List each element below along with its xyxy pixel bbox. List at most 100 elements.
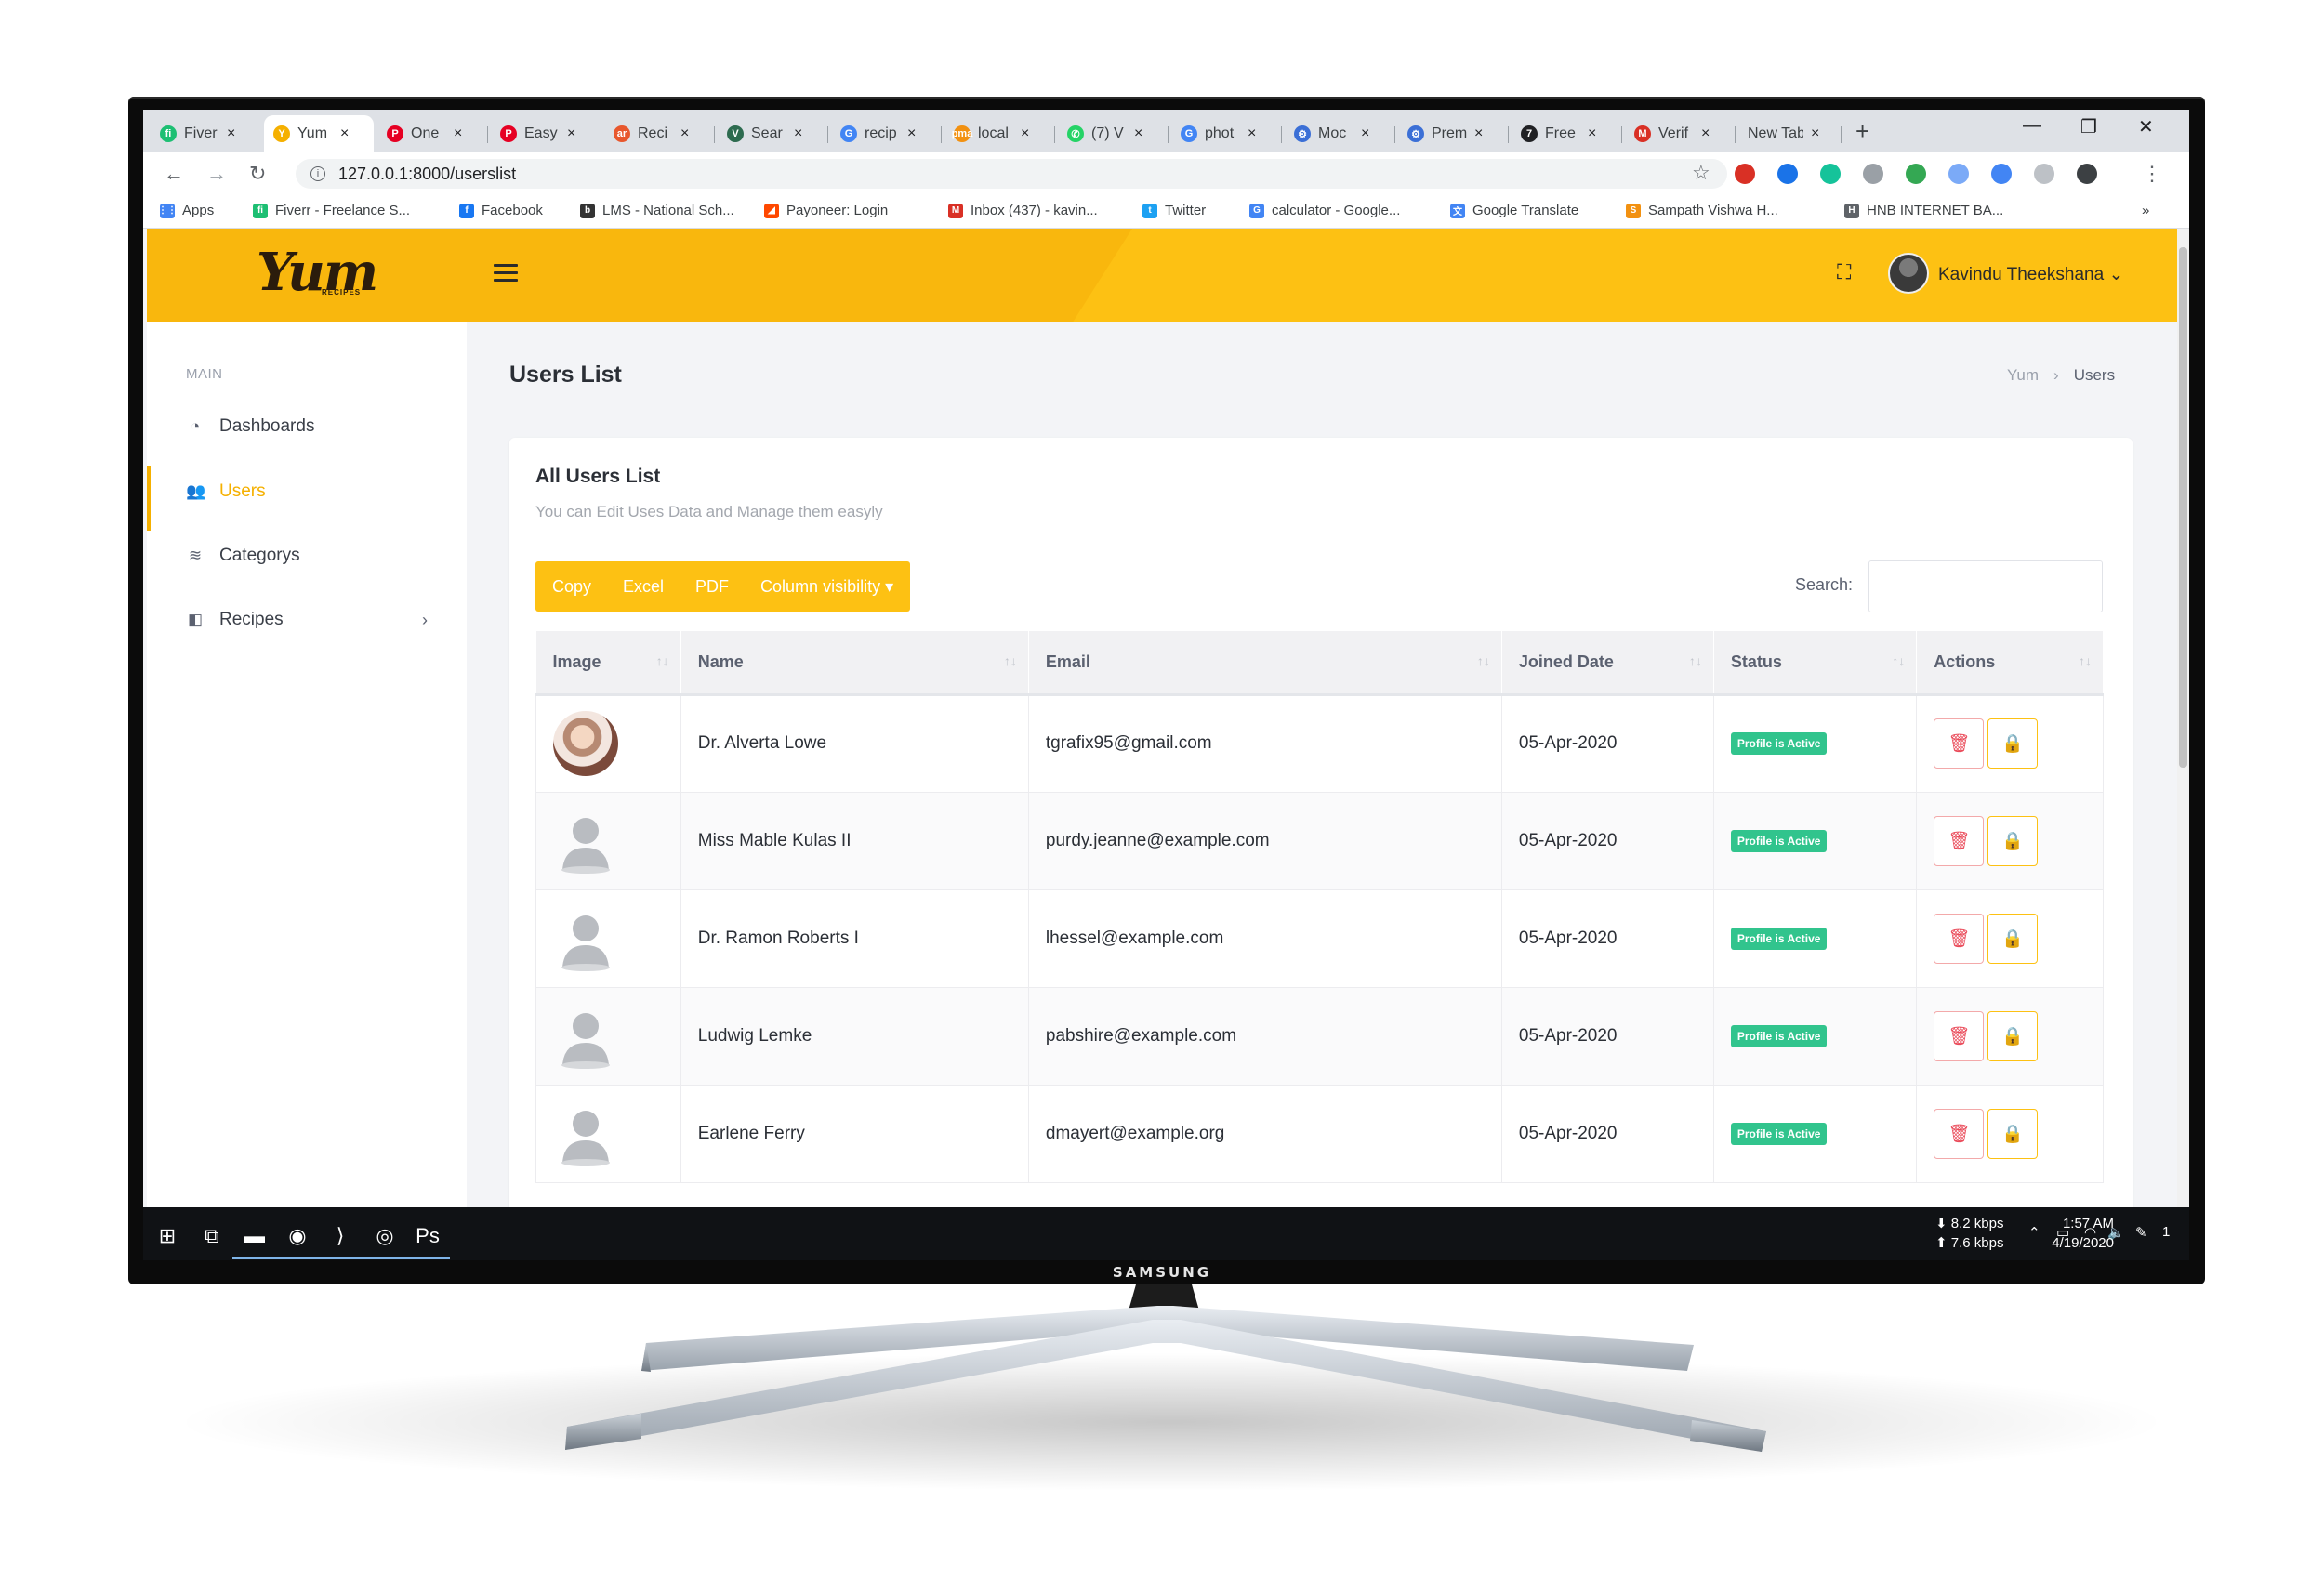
tab-7[interactable]: pma local × <box>944 115 1054 152</box>
tab-13[interactable]: M Verif × <box>1625 115 1735 152</box>
column-header-joined-date[interactable]: Joined Date ↑↓ <box>1501 631 1714 696</box>
tab-14[interactable]: New Tab × <box>1738 115 1841 152</box>
sidebar-item-users[interactable]: 👥 Users <box>186 481 428 502</box>
back-button[interactable]: ← <box>164 162 184 186</box>
bookmark-6[interactable]: t Twitter <box>1142 203 1206 218</box>
fullscreen-icon[interactable]: ⛶ <box>1837 260 1851 284</box>
forward-button[interactable]: → <box>206 162 227 186</box>
tab-11[interactable]: ⚙ Prem × <box>1398 115 1508 152</box>
tab-close-icon[interactable]: × <box>794 125 802 142</box>
delete-button[interactable]: 🗑 <box>1934 718 1985 769</box>
breadcrumb-separator-icon: › <box>2053 366 2059 384</box>
tab-5[interactable]: V Sear × <box>718 115 827 152</box>
extension-icon[interactable] <box>1777 164 1798 184</box>
lock-button[interactable]: 🔒 <box>1987 913 2039 964</box>
sidebar-item-categorys[interactable]: ≋ Categorys <box>186 546 428 566</box>
tab-close-icon[interactable]: × <box>1474 125 1483 142</box>
tab-close-icon[interactable]: × <box>1701 125 1710 142</box>
bookmark-2[interactable]: f Facebook <box>459 203 543 218</box>
bookmarks-overflow-button[interactable]: » <box>2142 203 2149 218</box>
bookmark-7[interactable]: Gcalculator - Google... <box>1249 203 1400 218</box>
tab-close-icon[interactable]: × <box>227 125 235 142</box>
tab-close-icon[interactable]: × <box>1588 125 1596 142</box>
profile-icon[interactable] <box>2077 164 2097 184</box>
pdf-button[interactable]: PDF <box>695 577 729 597</box>
menu-toggle-icon[interactable] <box>494 264 518 286</box>
user-menu-toggle[interactable]: Kavindu Theekshana ⌄ <box>1938 264 2123 285</box>
adblock-icon[interactable] <box>1735 164 1755 184</box>
excel-button[interactable]: Excel <box>623 577 664 597</box>
bookmark-star-icon[interactable]: ☆ <box>1692 161 1710 185</box>
browser-menu-button[interactable]: ⋮ <box>2142 162 2162 186</box>
tab-8[interactable]: ✆ (7) V × <box>1058 115 1168 152</box>
bookmark-4[interactable]: ◢ Payoneer: Login <box>764 203 888 218</box>
tab-close-icon[interactable]: × <box>680 125 689 142</box>
photoshop-icon[interactable]: Ps <box>400 1213 456 1259</box>
delete-button[interactable]: 🗑 <box>1934 913 1985 964</box>
restore-button[interactable]: ❐ <box>2080 115 2097 138</box>
column-visibility-button[interactable]: Column visibility ▾ <box>760 577 893 597</box>
clock[interactable]: 1:57 AM 4/19/2020 <box>2002 1214 2114 1253</box>
new-tab-button[interactable]: + <box>1855 117 1869 146</box>
tab-close-icon[interactable]: × <box>454 125 462 142</box>
tab-close-icon[interactable]: × <box>1134 125 1142 142</box>
tab-6[interactable]: Grecip × <box>831 115 941 152</box>
notification-center-icon[interactable]: 1 <box>2162 1222 2170 1242</box>
user-avatar[interactable] <box>1888 253 1929 294</box>
tab-close-icon[interactable]: × <box>567 125 575 142</box>
extension-icon[interactable] <box>2034 164 2054 184</box>
sidebar-item-dashboards[interactable]: ◔ Dashboards <box>186 416 428 437</box>
pen-icon[interactable]: ✎ <box>2135 1223 2147 1243</box>
bookmark-10[interactable]: H HNB INTERNET BA... <box>1844 203 2003 218</box>
tab-2[interactable]: P One × <box>377 115 487 152</box>
tab-close-icon[interactable]: × <box>340 125 349 142</box>
tab-close-icon[interactable]: × <box>907 125 916 142</box>
page-scrollbar[interactable] <box>2177 229 2189 1207</box>
tab-3[interactable]: P Easy × <box>491 115 601 152</box>
tab-close-icon[interactable]: × <box>1811 125 1819 142</box>
scrollbar-thumb[interactable] <box>2179 247 2187 768</box>
extension-icon[interactable] <box>1863 164 1883 184</box>
lock-button[interactable]: 🔒 <box>1987 1108 2039 1159</box>
tab-close-icon[interactable]: × <box>1021 125 1029 142</box>
url-input[interactable]: i 127.0.0.1:8000/userslist <box>296 159 1727 189</box>
column-header-email[interactable]: Email ↑↓ <box>1028 631 1502 696</box>
grammarly-icon[interactable] <box>1820 164 1841 184</box>
extension-icon[interactable] <box>1991 164 2012 184</box>
minimize-button[interactable]: — <box>2023 115 2041 137</box>
search-input[interactable] <box>1868 560 2103 612</box>
bookmark-9[interactable]: S Sampath Vishwa H... <box>1626 203 1778 218</box>
tab-close-icon[interactable]: × <box>1248 125 1256 142</box>
tab-4[interactable]: ar Reci × <box>604 115 714 152</box>
delete-button[interactable]: 🗑 <box>1934 815 1985 866</box>
column-header-image[interactable]: Image ↑↓ <box>535 631 681 696</box>
bookmark-8[interactable]: 文 Google Translate <box>1450 203 1578 218</box>
lock-button[interactable]: 🔒 <box>1987 1010 2039 1061</box>
tab-10[interactable]: ⚙ Moc × <box>1285 115 1394 152</box>
extension-icon[interactable] <box>1906 164 1926 184</box>
column-header-name[interactable]: Name ↑↓ <box>680 631 1029 696</box>
tab-close-icon[interactable]: × <box>1361 125 1369 142</box>
lock-button[interactable]: 🔒 <box>1987 718 2039 769</box>
sidebar-item-recipes[interactable]: ◧ Recipes › <box>186 610 428 630</box>
reload-button[interactable]: ↻ <box>249 162 266 186</box>
tab-0[interactable]: fi Fiver × <box>151 115 260 152</box>
lock-button[interactable]: 🔒 <box>1987 815 2039 866</box>
breadcrumb-home-link[interactable]: Yum <box>2007 366 2039 385</box>
bookmark-3[interactable]: b LMS - National Sch... <box>580 203 734 218</box>
extension-icon[interactable] <box>1948 164 1969 184</box>
tab-12[interactable]: 7 Free × <box>1512 115 1621 152</box>
tab-1[interactable]: Y Yum × <box>264 115 374 152</box>
column-header-status[interactable]: Status ↑↓ <box>1713 631 1918 696</box>
table-row: Ludwig Lemke pabshire@example.com 05-Apr-2… <box>535 987 2104 1085</box>
bookmark-5[interactable]: M Inbox (437) - kavin... <box>948 203 1098 218</box>
delete-button[interactable]: 🗑 <box>1934 1108 1985 1159</box>
bookmark-1[interactable]: fi Fiverr - Freelance S... <box>253 203 410 218</box>
copy-button[interactable]: Copy <box>552 577 591 597</box>
column-header-actions[interactable]: Actions ↑↓ <box>1916 631 2104 696</box>
bookmark-0[interactable]: ⋮⋮ Apps <box>158 203 214 218</box>
window-close-button[interactable]: ✕ <box>2138 115 2154 138</box>
delete-button[interactable]: 🗑 <box>1934 1010 1985 1061</box>
site-info-icon[interactable]: i <box>310 166 325 181</box>
tab-9[interactable]: Gphot × <box>1171 115 1281 152</box>
